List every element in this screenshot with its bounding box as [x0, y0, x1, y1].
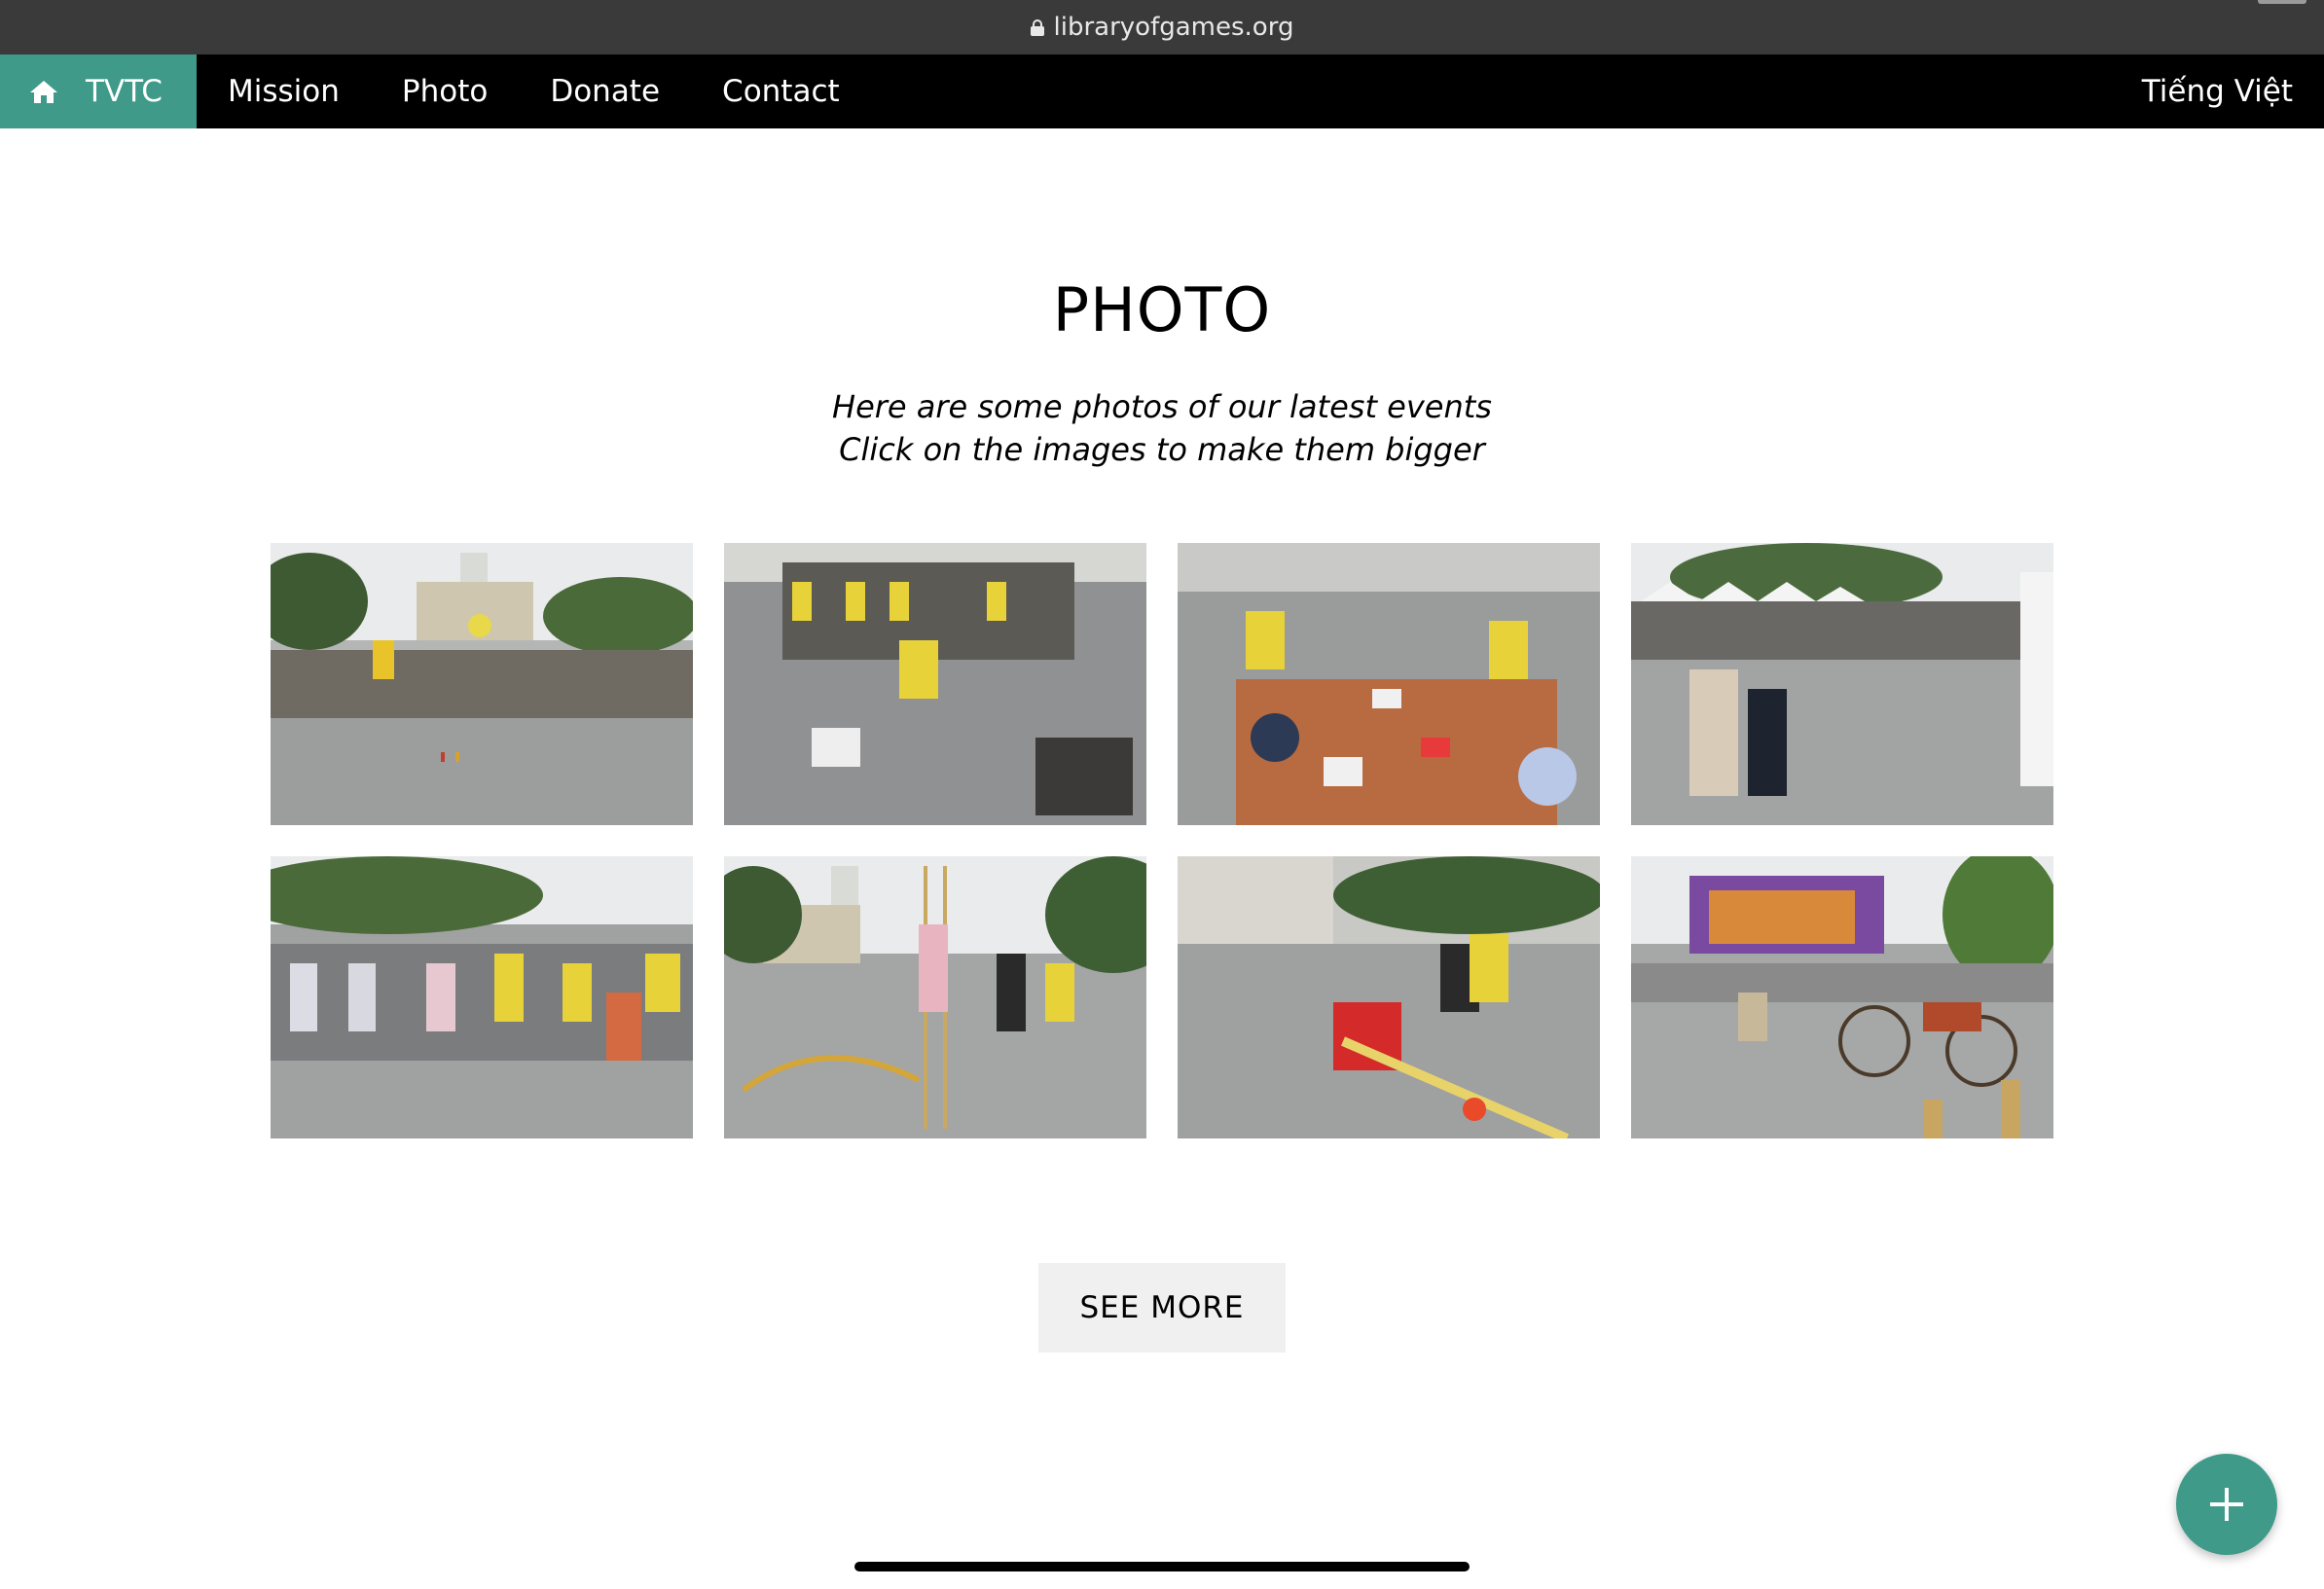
subtitle-line-1: Here are some photos of our latest event…	[832, 388, 1492, 425]
event-photo-4[interactable]	[1631, 543, 2053, 825]
nav-item-donate[interactable]: Donate	[519, 54, 691, 128]
nav-item-mission[interactable]: Mission	[197, 54, 371, 128]
see-more-button[interactable]: SEE MORE	[1038, 1263, 1286, 1353]
nav-home-label: TVTC	[86, 74, 163, 109]
language-switch[interactable]: Tiếng Việt	[2111, 54, 2324, 128]
home-icon	[30, 81, 57, 103]
event-photo-6[interactable]	[724, 856, 1146, 1138]
nav-home-link[interactable]: TVTC	[0, 54, 197, 128]
floating-add-button[interactable]	[2176, 1454, 2277, 1555]
event-photo-5[interactable]	[271, 856, 693, 1138]
url-display[interactable]: libraryofgames.org	[1030, 13, 1294, 42]
window-handle	[2258, 0, 2306, 4]
site-navbar: TVTC Mission Photo Donate Contact Tiếng …	[0, 54, 2324, 128]
home-indicator	[854, 1562, 1470, 1571]
subtitle-line-2: Click on the images to make them bigger	[839, 431, 1485, 468]
plus-icon	[2210, 1488, 2243, 1521]
browser-address-bar[interactable]: libraryofgames.org	[0, 0, 2324, 54]
event-photo-2[interactable]	[724, 543, 1146, 825]
event-photo-1[interactable]	[271, 543, 693, 825]
nav-item-contact[interactable]: Contact	[691, 54, 871, 128]
nav-item-photo[interactable]: Photo	[371, 54, 519, 128]
photo-gallery	[271, 543, 2054, 1138]
lock-icon	[1030, 18, 1044, 36]
page-title: PHOTO	[1052, 274, 1272, 345]
page-subtitle: Here are some photos of our latest event…	[0, 385, 2324, 471]
event-photo-8[interactable]	[1631, 856, 2053, 1138]
event-photo-7[interactable]	[1178, 856, 1600, 1138]
url-text: libraryofgames.org	[1053, 13, 1294, 42]
event-photo-3[interactable]	[1178, 543, 1600, 825]
